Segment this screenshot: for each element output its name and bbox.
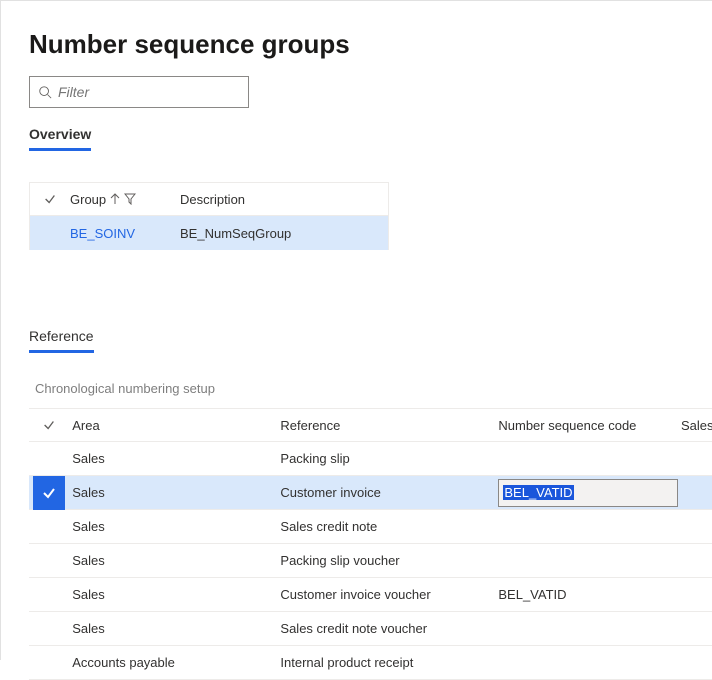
cell-reference: Customer invoice voucher [280,587,498,602]
col-nsc[interactable]: Number sequence code [498,418,681,433]
cell-area: Sales [68,621,280,636]
cell-area: Sales [68,553,280,568]
filter-box[interactable] [29,76,249,108]
reference-row[interactable]: SalesPacking slip [29,442,712,476]
cell-reference: Sales credit note [280,519,498,534]
overview-row[interactable]: BE_SOINV BE_NumSeqGroup [30,216,388,250]
tabs: Overview [29,126,712,152]
cell-area: Sales [68,587,280,602]
col-description-label: Description [180,192,245,207]
cell-area: Sales [68,451,280,466]
page-title: Number sequence groups [29,29,712,60]
nsc-input[interactable]: BEL_VATID [498,479,678,507]
filter-icon[interactable] [124,193,136,205]
nsc-value-selected: BEL_VATID [503,485,573,500]
reference-row[interactable]: SalesCustomer invoice BEL_VATID [29,476,712,510]
col-reference[interactable]: Reference [280,418,498,433]
overview-grid: Group Description BE_SOINV BE_NumSeqGrou… [29,182,389,250]
cell-nsc[interactable]: BEL_VATID [498,479,681,507]
search-icon [38,85,52,99]
cell-reference: Packing slip voucher [280,553,498,568]
overview-grid-header: Group Description [30,182,388,216]
col-group[interactable]: Group [70,192,180,207]
overview-row-group[interactable]: BE_SOINV [70,226,180,241]
cell-reference: Internal product receipt [280,655,498,670]
cell-area: Sales [68,485,280,500]
reference-row[interactable]: SalesPacking slip voucher [29,544,712,578]
col-group-label: Group [70,192,106,207]
cell-reference: Customer invoice [280,485,498,500]
section-reference[interactable]: Reference [29,328,94,353]
filter-input[interactable] [58,84,240,100]
select-all-checkbox[interactable] [30,192,70,206]
checkmark-icon [33,476,65,510]
reference-grid-header: Area Reference Number sequence code Sale… [29,408,712,442]
reference-grid: Area Reference Number sequence code Sale… [29,408,712,680]
cell-reference: Packing slip [280,451,498,466]
sort-asc-icon [110,193,120,205]
tab-overview[interactable]: Overview [29,126,91,151]
reference-row[interactable]: SalesCustomer invoice voucherBEL_VATID [29,578,712,612]
overview-row-description: BE_NumSeqGroup [180,226,388,241]
col-salestax[interactable]: Sales ta: [681,418,712,433]
cell-nsc[interactable]: BEL_VATID [498,587,681,602]
ref-select-all[interactable] [29,418,68,432]
cell-reference: Sales credit note voucher [280,621,498,636]
reference-row[interactable]: SalesSales credit note [29,510,712,544]
chronological-subgroup[interactable]: Chronological numbering setup [29,381,712,396]
cell-area: Sales [68,519,280,534]
reference-row[interactable]: Accounts payableInternal product receipt [29,646,712,680]
row-checkbox[interactable] [29,476,68,510]
cell-area: Accounts payable [68,655,280,670]
col-area[interactable]: Area [68,418,280,433]
reference-row[interactable]: SalesSales credit note voucher [29,612,712,646]
col-description[interactable]: Description [180,192,388,207]
